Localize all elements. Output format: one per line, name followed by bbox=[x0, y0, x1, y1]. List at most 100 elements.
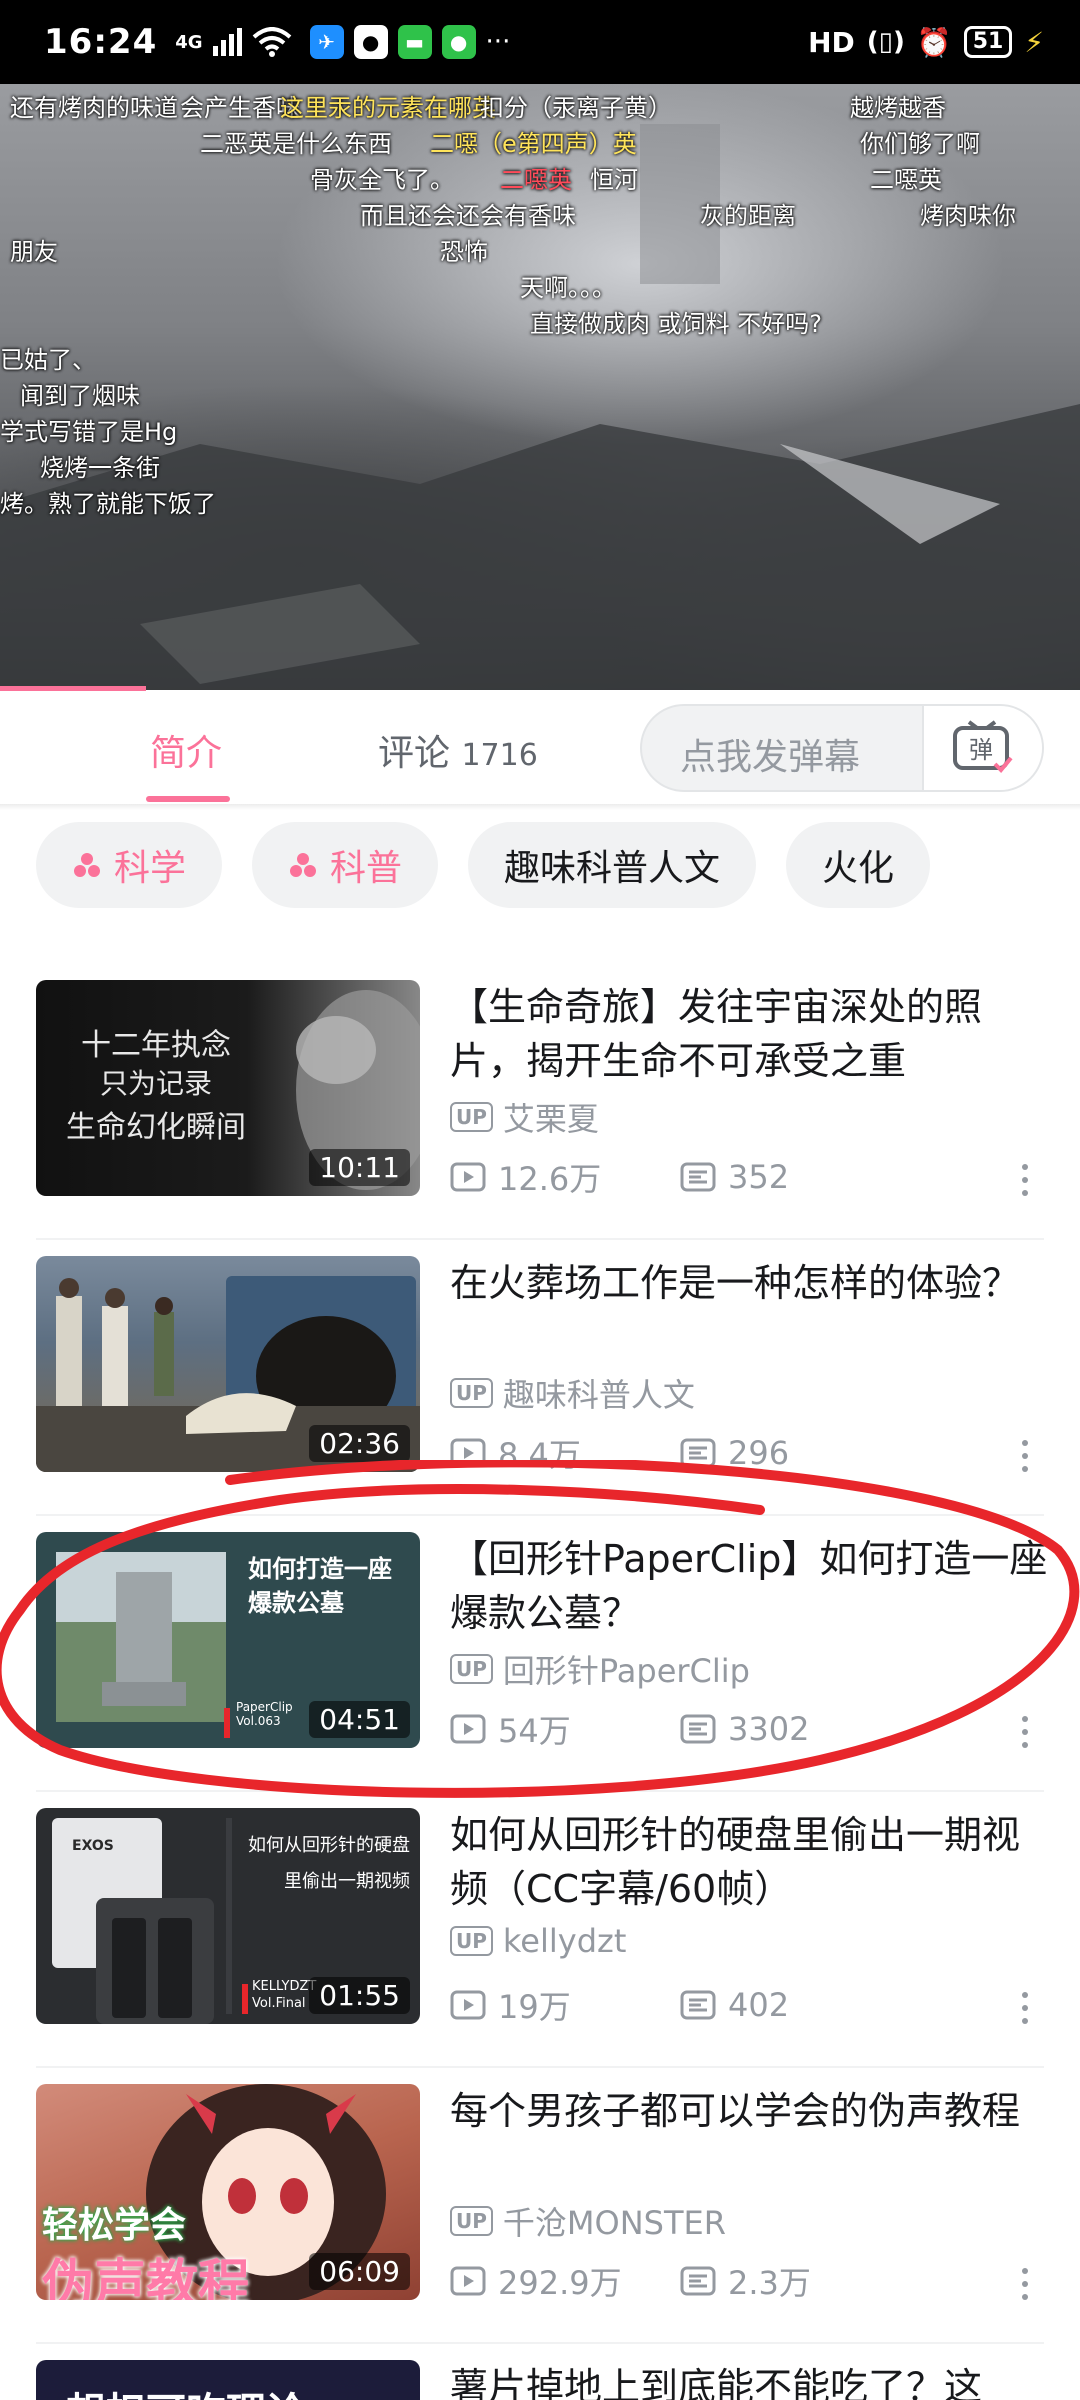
video-card[interactable]: 02:36 在火葬场工作是一种怎样的体验？ UP 趣味科普人文 8.4万 296 bbox=[0, 1240, 1080, 1516]
danmaku-comment: 恐怖 bbox=[440, 238, 488, 266]
video-card[interactable]: 轻松学会 伪声教程 06:09 每个男孩子都可以学会的伪声教程 UP 千沧MONS… bbox=[0, 2068, 1080, 2344]
video-card[interactable]: 如何打造一座 爆款公墓 PaperClip Vol.063 04:51 【回形针… bbox=[0, 1516, 1080, 1792]
video-title[interactable]: 【生命奇旅】发往宇宙深处的照片，揭开生命不可承受之重 bbox=[450, 980, 1050, 1088]
network-type: 4G bbox=[175, 31, 203, 53]
video-title[interactable]: 薯片掉地上到底能不能吃了？这 bbox=[450, 2360, 1050, 2400]
video-stats: 54万 3302 bbox=[450, 1706, 910, 1752]
thumbnail-caption: 只为记录 bbox=[99, 1067, 212, 1100]
uploader[interactable]: UP 艾栗夏 bbox=[450, 1094, 599, 1140]
video-duration: 04:51 bbox=[309, 1701, 410, 1738]
up-badge: UP bbox=[450, 1926, 493, 1956]
battery-icon: 51 bbox=[963, 26, 1013, 58]
danmaku-toggle-icon: 弹 bbox=[953, 720, 1013, 773]
view-count: 292.9万 bbox=[450, 2258, 680, 2304]
view-count-value: 292.9万 bbox=[498, 2264, 622, 2302]
more-vertical-icon[interactable] bbox=[1022, 1440, 1028, 1472]
more-vertical-icon[interactable] bbox=[1022, 1716, 1028, 1748]
video-thumbnail: 轻松学会 伪声教程 06:09 bbox=[36, 2084, 420, 2300]
danmaku-count-value: 296 bbox=[728, 1434, 790, 1472]
video-thumbnail: 02:36 bbox=[36, 1256, 420, 1472]
tab-bar-shadow bbox=[0, 804, 1080, 810]
video-card[interactable]: 想扣可吃理论 薯片掉地上到底能不能吃了？这 bbox=[0, 2344, 1080, 2400]
view-count-value: 8.4万 bbox=[498, 1436, 581, 1474]
battery-level: 51 bbox=[972, 29, 1004, 54]
view-count: 54万 bbox=[450, 1706, 680, 1752]
tab-comments-count: 1716 bbox=[461, 738, 538, 773]
danmaku-toggle-button[interactable]: 弹 bbox=[922, 706, 1042, 790]
video-duration: 01:55 bbox=[309, 1977, 410, 2014]
view-count-value: 12.6万 bbox=[498, 1160, 602, 1198]
danmaku-comment: 学式写错了是Hg bbox=[0, 418, 178, 446]
video-duration: 10:11 bbox=[309, 1149, 410, 1186]
tag-icon bbox=[74, 853, 100, 877]
danmaku-comment: 直接做成肉 或饲料 不好吗? bbox=[530, 310, 822, 338]
thumbnail-caption: KELLYDZT bbox=[252, 1979, 317, 1994]
charging-icon: ⚡ bbox=[1024, 25, 1044, 59]
tag-label: 火化 bbox=[822, 848, 895, 889]
danmaku-icon bbox=[680, 2266, 716, 2296]
uploader-name: 千沧MONSTER bbox=[502, 2204, 726, 2242]
uploader-name: 回形针PaperClip bbox=[502, 1652, 750, 1690]
play-icon bbox=[450, 1990, 486, 2020]
video-title[interactable]: 如何从回形针的硬盘里偷出一期视频（CC字幕/60帧） bbox=[450, 1808, 1050, 1916]
danmaku-count: 3302 bbox=[680, 1710, 910, 1748]
thumbnail-caption: 里偷出一期视频 bbox=[284, 1871, 410, 1892]
danmaku-icon bbox=[680, 1438, 716, 1468]
danmaku-comment: 天啊。。。 bbox=[520, 274, 616, 302]
thumbnail-caption: 伪声教程 bbox=[42, 2255, 251, 2300]
uploader[interactable]: UP kellydzt bbox=[450, 1922, 626, 1960]
thumbnail-caption: 爆款公墓 bbox=[248, 1589, 344, 1617]
video-title[interactable]: 在火葬场工作是一种怎样的体验？ bbox=[450, 1256, 1050, 1310]
wifi-icon bbox=[252, 27, 291, 57]
video-player[interactable]: 还有烤肉的味道 会产生香味 这里汞的元素在哪英 扣分（汞离子黄） 越烤越香 二恶英是什么东… bbox=[0, 84, 1080, 690]
up-badge: UP bbox=[450, 1654, 493, 1684]
danmaku-button-label: 弹 bbox=[969, 736, 993, 764]
uploader-name: 艾栗夏 bbox=[502, 1100, 599, 1138]
view-count: 12.6万 bbox=[450, 1154, 680, 1200]
danmaku-comment: 恒河 bbox=[590, 166, 638, 194]
uploader-name: kellydzt bbox=[502, 1922, 627, 1960]
more-vertical-icon[interactable] bbox=[1022, 2268, 1028, 2300]
uploader[interactable]: UP 回形针PaperClip bbox=[450, 1646, 750, 1692]
danmaku-comment: 二恶英是什么东西 bbox=[200, 130, 392, 158]
video-thumbnail: 十二年执念 只为记录 生命幻化瞬间 10:11 bbox=[36, 980, 420, 1196]
tag-chip[interactable]: 趣味科普人文 bbox=[468, 822, 757, 908]
thumbnail-caption: 十二年执念 bbox=[81, 1028, 231, 1063]
danmaku-comment: 烤。熟了就能下饭了 bbox=[0, 490, 216, 518]
uploader[interactable]: UP 千沧MONSTER bbox=[450, 2198, 726, 2244]
thumbnail-caption: Vol.Final bbox=[252, 1996, 306, 2011]
danmaku-comment: 烧烤一条街 bbox=[40, 454, 160, 482]
more-vertical-icon[interactable] bbox=[1022, 1164, 1028, 1196]
video-progress-bar[interactable] bbox=[0, 686, 146, 691]
video-card[interactable]: 十二年执念 只为记录 生命幻化瞬间 10:11 【生命奇旅】发往宇宙深处的照片，… bbox=[0, 964, 1080, 1240]
tab-comments-label: 评论 bbox=[378, 733, 451, 774]
tab-intro[interactable]: 简介 bbox=[150, 724, 222, 776]
app-notification-icon: ✈ bbox=[309, 25, 344, 59]
tag-label: 科学 bbox=[114, 848, 187, 889]
danmaku-placeholder: 点我发弹幕 bbox=[680, 737, 861, 778]
danmaku-comment: 骨灰全飞了。 bbox=[310, 166, 454, 194]
tab-comments[interactable]: 评论 1716 bbox=[378, 724, 538, 776]
danmaku-input[interactable]: 点我发弹幕 弹 bbox=[640, 704, 1044, 792]
tag-label: 科普 bbox=[330, 848, 403, 889]
danmaku-count-value: 352 bbox=[728, 1158, 790, 1196]
thumbnail-caption: EXOS bbox=[72, 1838, 114, 1854]
thumbnail-caption: Vol.063 bbox=[236, 1714, 281, 1728]
status-time: 16:24 bbox=[44, 22, 158, 62]
uploader[interactable]: UP 趣味科普人文 bbox=[450, 1370, 695, 1416]
danmaku-comment: 朋友 bbox=[10, 238, 58, 266]
up-badge: UP bbox=[450, 2206, 493, 2236]
thumbnail-caption: 生命幻化瞬间 bbox=[66, 1110, 246, 1145]
danmaku-comment: 已姑了、 bbox=[0, 346, 96, 374]
tag-chip[interactable]: 科普 bbox=[252, 822, 439, 908]
tag-chip[interactable]: 火化 bbox=[786, 822, 931, 908]
hd-indicator: HD bbox=[808, 25, 855, 59]
more-vertical-icon[interactable] bbox=[1022, 1992, 1028, 2024]
tag-label: 趣味科普人文 bbox=[504, 848, 721, 889]
play-icon bbox=[450, 1714, 486, 1744]
signal-icon bbox=[212, 28, 242, 56]
video-card[interactable]: EXOS 如何从回形针的硬盘 里偷出一期视频 KELLYDZT Vol.Fina… bbox=[0, 1792, 1080, 2068]
video-title[interactable]: 每个男孩子都可以学会的伪声教程 bbox=[450, 2084, 1050, 2138]
video-title[interactable]: 【回形针PaperClip】如何打造一座爆款公墓？ bbox=[450, 1532, 1050, 1640]
tag-chip[interactable]: 科学 bbox=[36, 822, 223, 908]
